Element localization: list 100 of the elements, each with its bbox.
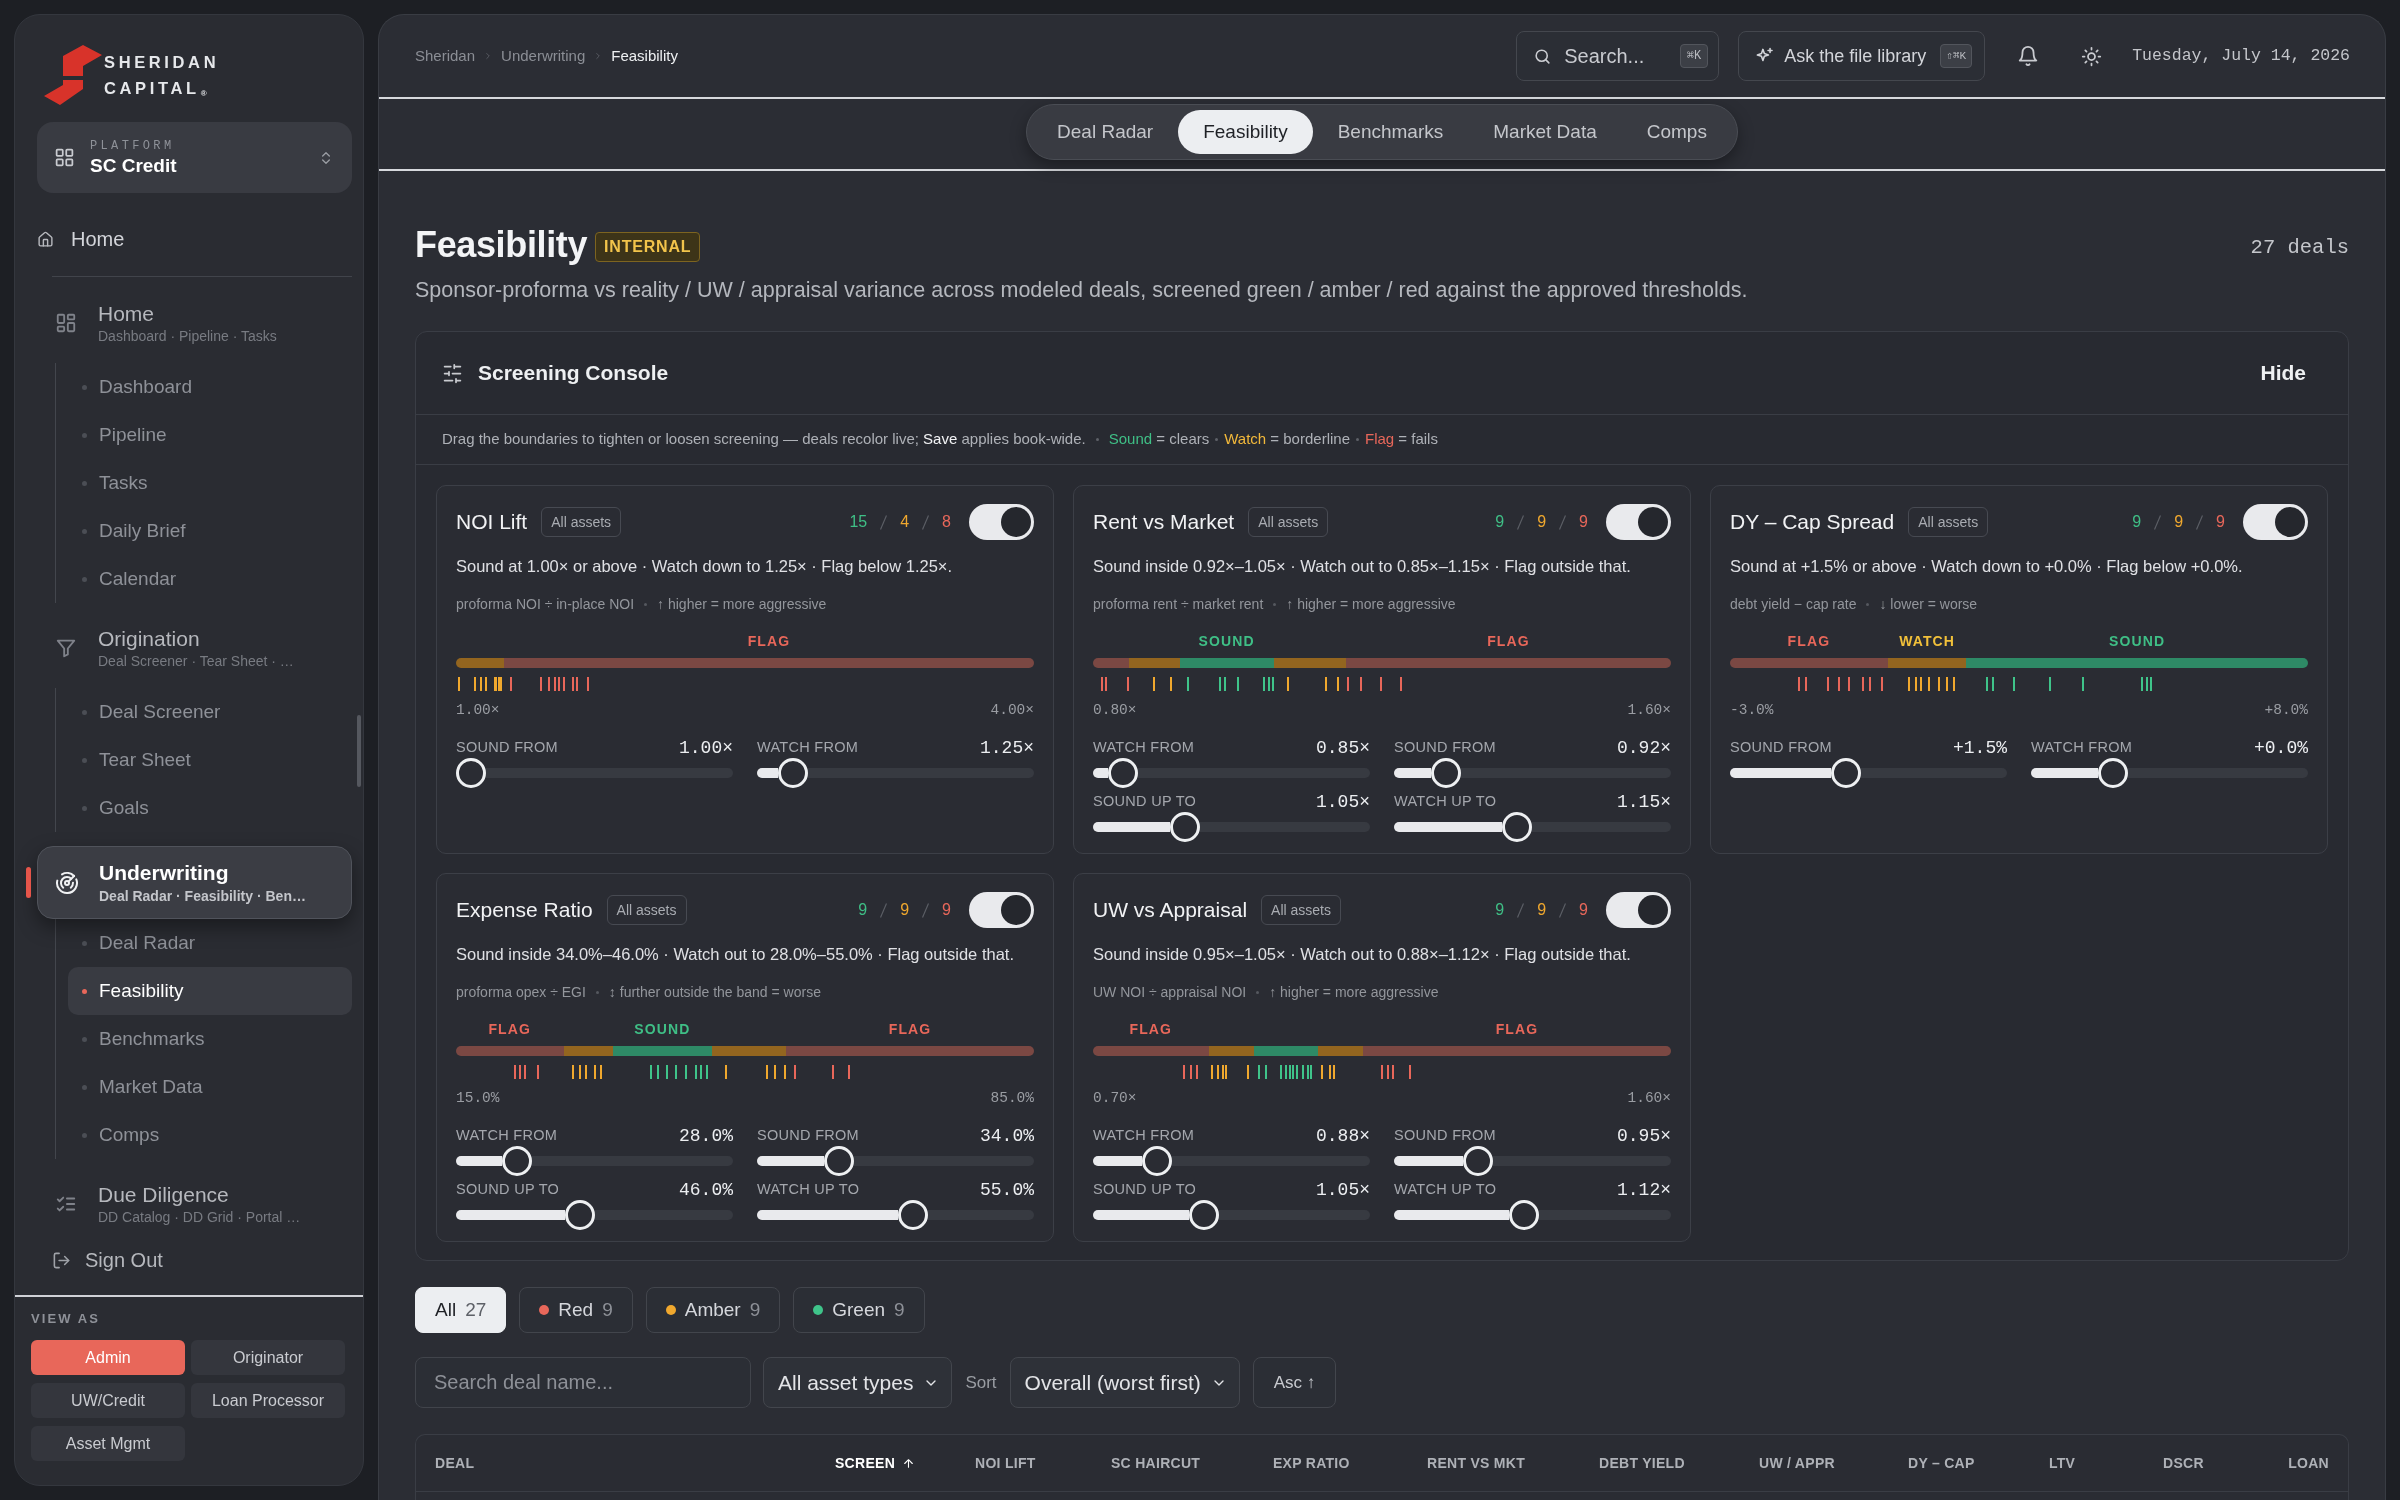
tab[interactable]: Market Data [1468, 110, 1622, 154]
slider-thumb[interactable] [898, 1200, 929, 1230]
slider-thumb[interactable] [501, 1146, 532, 1176]
slider-track[interactable] [1093, 812, 1370, 842]
nav-group[interactable]: Due Diligence DD Catalog · DD Grid · Portal … [37, 1173, 352, 1235]
breadcrumb-link[interactable]: Underwriting [501, 44, 586, 68]
slider-track[interactable] [456, 1200, 733, 1230]
slider-track[interactable] [1394, 1200, 1671, 1230]
slider-value: 1.05× [1316, 790, 1370, 814]
scrollbar-thumb[interactable] [357, 715, 361, 787]
slider-thumb[interactable] [777, 758, 808, 788]
bell-icon[interactable] [2017, 45, 2040, 67]
search-bar[interactable]: Search... ⌘K [1516, 31, 1720, 81]
nav-item[interactable]: Daily Brief [68, 507, 352, 555]
tab[interactable]: Feasibility [1178, 110, 1313, 154]
filter-chip[interactable]: Red 9 [519, 1287, 633, 1333]
slider-track[interactable] [1093, 1146, 1370, 1176]
nav-item[interactable]: Benchmarks [68, 1015, 352, 1063]
slider-track[interactable] [1394, 758, 1671, 788]
nav-item[interactable]: Deal Radar [68, 919, 352, 967]
slider-thumb[interactable] [1189, 1200, 1220, 1230]
sort-order-button[interactable]: Asc ↑ [1252, 1357, 1337, 1408]
column-header[interactable]: SCREEN [835, 1452, 916, 1474]
nav-item[interactable]: Deal Screener [68, 688, 352, 736]
nav-item[interactable]: Goals [68, 784, 352, 832]
nav-item[interactable]: Feasibility [68, 967, 352, 1015]
role-button[interactable]: Loan Processor [191, 1383, 345, 1418]
platform-selector[interactable]: PLATFORM SC Credit [37, 122, 352, 193]
nav-item[interactable]: Market Data [68, 1063, 352, 1111]
toggle-switch[interactable] [1606, 892, 1671, 928]
slider-track[interactable] [1093, 758, 1370, 788]
rule-text: Sound at +1.5% or above · Watch down to +0.0% · Flag below +0.0%. [1730, 556, 2244, 577]
slider-thumb[interactable] [1170, 812, 1201, 842]
sort-select[interactable]: Overall (worst first) [1009, 1357, 1240, 1408]
toggle-switch[interactable] [2243, 504, 2308, 540]
toggle-switch[interactable] [969, 892, 1034, 928]
filter-chip[interactable]: All 27 [415, 1287, 507, 1333]
nav-item[interactable]: Dashboard [68, 363, 352, 411]
hide-link[interactable]: Hide [2250, 351, 2316, 395]
slider-fill [1394, 768, 1432, 778]
slider-track[interactable] [456, 758, 733, 788]
filter-chip[interactable]: Amber 9 [645, 1287, 781, 1333]
breadcrumb-link[interactable]: Feasibility [611, 44, 678, 68]
column-header[interactable]: DY – CAP [1908, 1452, 1975, 1474]
asset-type-select[interactable]: All asset types [763, 1357, 953, 1408]
rule-text: Sound inside 0.95×–1.05× · Watch out to 0.88×–1.12× · Flag outside that. [1093, 944, 1632, 965]
slider-track[interactable] [1730, 758, 2007, 788]
nav-group[interactable]: Origination Deal Screener · Tear Sheet · … [37, 617, 352, 679]
nav-group[interactable]: Home Dashboard · Pipeline · Tasks [37, 292, 352, 354]
slider-thumb[interactable] [1509, 1200, 1540, 1230]
slider-track[interactable] [1394, 1146, 1671, 1176]
filter-chip[interactable]: Green 9 [793, 1287, 925, 1333]
tab[interactable]: Deal Radar [1032, 110, 1179, 154]
slider-thumb[interactable] [456, 758, 486, 788]
slider-track[interactable] [2031, 758, 2308, 788]
role-button[interactable]: UW/Credit [31, 1383, 185, 1418]
slider-thumb[interactable] [1108, 758, 1139, 788]
search-input[interactable]: Search... [1564, 41, 1668, 71]
slider-track[interactable] [757, 1200, 1034, 1230]
sun-icon[interactable] [2081, 45, 2103, 67]
column-header[interactable]: DEAL [435, 1452, 475, 1474]
slider-thumb[interactable] [1502, 812, 1533, 842]
ask-library-button[interactable]: Ask the file library ⇧⌘K [1738, 31, 1986, 81]
role-button[interactable]: Asset Mgmt [31, 1426, 185, 1461]
breadcrumb-link[interactable]: Sheridan [415, 44, 476, 68]
role-button[interactable]: Originator [191, 1340, 345, 1375]
slider-track[interactable] [1093, 1200, 1370, 1230]
slider-thumb[interactable] [2098, 758, 2129, 788]
column-header[interactable]: UW / APPR [1759, 1452, 1835, 1474]
nav-item[interactable]: Calendar [68, 555, 352, 603]
column-header[interactable]: LTV [2049, 1452, 2076, 1474]
home-link[interactable]: Home [37, 219, 352, 259]
slider-thumb[interactable] [1431, 758, 1462, 788]
slider-thumb[interactable] [1831, 758, 1861, 788]
column-header[interactable]: RENT VS MKT [1427, 1452, 1525, 1474]
deal-search-field[interactable]: Search deal name... [415, 1357, 751, 1408]
toggle-switch[interactable] [969, 504, 1034, 540]
column-header[interactable]: LOAN [2288, 1452, 2329, 1474]
nav-item[interactable]: Tasks [68, 459, 352, 507]
nav-item[interactable]: Tear Sheet [68, 736, 352, 784]
column-header[interactable]: DSCR [2163, 1452, 2204, 1474]
slider-track[interactable] [456, 1146, 733, 1176]
column-header[interactable]: EXP RATIO [1273, 1452, 1350, 1474]
nav-item[interactable]: Pipeline [68, 411, 352, 459]
nav-group[interactable]: Underwriting Deal Radar · Feasibility · Ben… [37, 846, 352, 919]
sign-out-link[interactable]: Sign Out [37, 1240, 352, 1280]
toggle-switch[interactable] [1606, 504, 1671, 540]
column-header[interactable]: SC HAIRCUT [1111, 1452, 1201, 1474]
tab[interactable]: Benchmarks [1312, 110, 1469, 154]
slider-thumb[interactable] [565, 1200, 596, 1230]
column-header[interactable]: DEBT YIELD [1599, 1452, 1685, 1474]
slider-thumb[interactable] [1142, 1146, 1173, 1176]
tab[interactable]: Comps [1621, 110, 1732, 154]
slider-track[interactable] [757, 758, 1034, 788]
slider-thumb[interactable] [1462, 1146, 1493, 1176]
nav-item[interactable]: Comps [68, 1111, 352, 1159]
column-header[interactable]: NOI LIFT [975, 1452, 1036, 1474]
slider-thumb[interactable] [823, 1146, 854, 1176]
slider-track[interactable] [757, 1146, 1034, 1176]
slider-track[interactable] [1394, 812, 1671, 842]
